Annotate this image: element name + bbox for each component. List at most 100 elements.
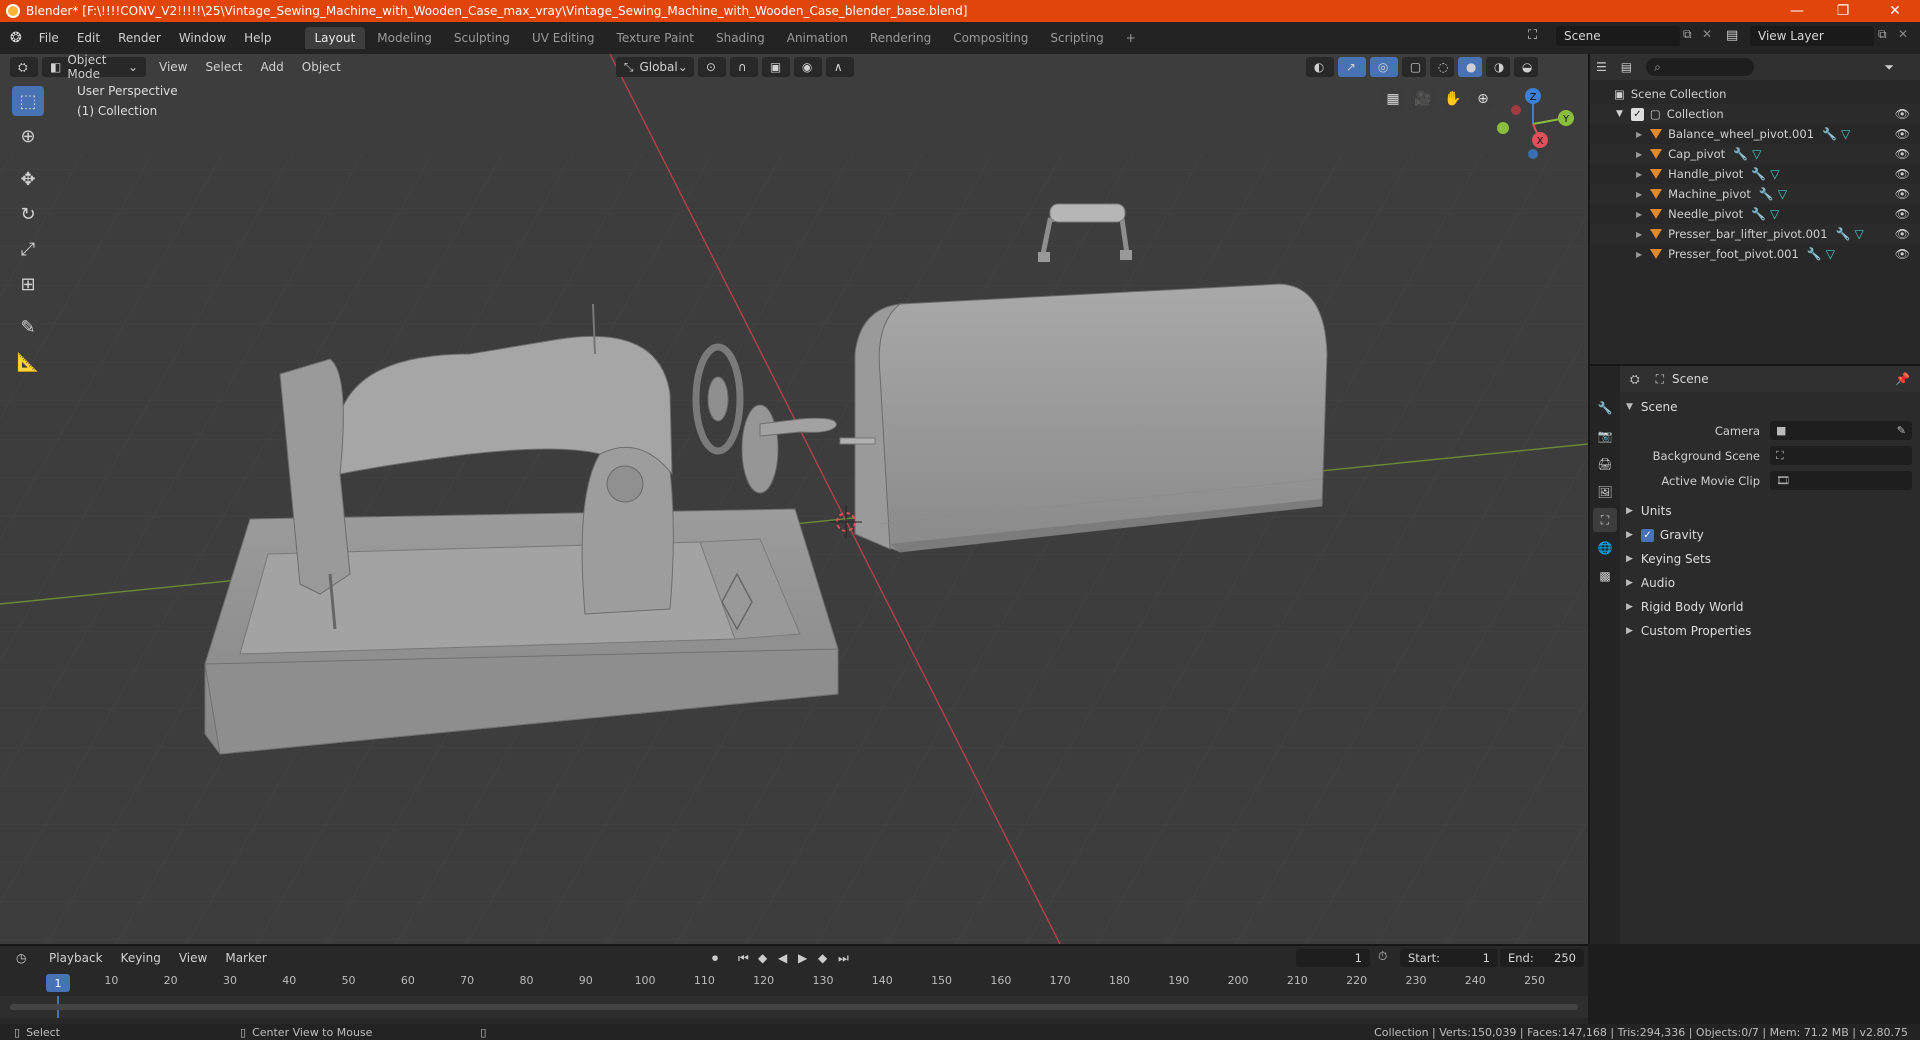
timeline-ruler[interactable]: 1 10 20 30 40 50 60 70 80 90 100 110 120 130 140 150 160… xyxy=(0,974,1588,994)
eyedropper-icon[interactable]: ✎ xyxy=(1897,424,1906,437)
select-box-tool-icon[interactable]: ⬚ xyxy=(12,86,44,116)
shading-wireframe-icon[interactable]: ◌ xyxy=(1429,57,1454,77)
eye-icon[interactable]: 👁 xyxy=(1895,147,1910,161)
tab-modeling[interactable]: Modeling xyxy=(367,27,442,49)
shading-solid-icon[interactable]: ● xyxy=(1457,57,1482,77)
background-scene-field[interactable]: ⛶ xyxy=(1770,446,1912,465)
rotate-tool-icon[interactable]: ↻ xyxy=(12,199,44,229)
properties-editor-icon[interactable]: ⛭ xyxy=(1630,372,1640,387)
timeline-editor-icon[interactable]: ◷ xyxy=(8,948,36,968)
render-tab-icon[interactable]: 📷 xyxy=(1593,424,1617,448)
editor-type-icon[interactable]: ⛭ xyxy=(10,57,38,77)
scene-panel-header[interactable]: ▼ Scene xyxy=(1626,396,1912,418)
overlay-toggle-icon[interactable]: ◎ xyxy=(1369,57,1398,77)
preview-range-icon[interactable]: ⏱ xyxy=(1378,949,1387,964)
play-reverse-icon[interactable]: ◀ xyxy=(778,951,787,965)
expand-icon[interactable]: ▶ xyxy=(1636,130,1642,139)
pivot-icon[interactable]: ⊙ xyxy=(697,57,726,77)
outliner-collection[interactable]: ▼ ✓ ▢ Collection 👁 xyxy=(1590,104,1920,124)
audio-panel[interactable]: ▶ Audio xyxy=(1626,571,1912,595)
outliner-search-input[interactable]: ⌕ xyxy=(1646,58,1755,76)
outliner-item[interactable]: ▶ Machine_pivot 🔧 ▽ 👁 xyxy=(1590,184,1920,204)
add-workspace-button[interactable]: + xyxy=(1116,27,1146,49)
outliner-item[interactable]: ▶ Needle_pivot 🔧 ▽ 👁 xyxy=(1590,204,1920,224)
menu-add[interactable]: Add xyxy=(252,60,293,74)
measure-tool-icon[interactable]: 📐 xyxy=(12,347,44,377)
jump-end-icon[interactable]: ⏭ xyxy=(838,951,849,966)
keying-sets-panel[interactable]: ▶ Keying Sets xyxy=(1626,547,1912,571)
menu-file[interactable]: File xyxy=(30,31,68,45)
menu-edit[interactable]: Edit xyxy=(68,31,109,45)
record-icon[interactable]: ⏺ xyxy=(712,951,718,966)
scene-selector[interactable]: Scene xyxy=(1556,26,1680,46)
expand-icon[interactable]: ▶ xyxy=(1636,230,1642,239)
tab-sculpting[interactable]: Sculpting xyxy=(444,27,520,49)
visibility-icon[interactable]: ◐ xyxy=(1305,57,1334,77)
display-mode-icon[interactable]: ▤ xyxy=(1621,60,1632,74)
outliner-item[interactable]: ▶ Balance_wheel_pivot.001 🔧 ▽ 👁 xyxy=(1590,124,1920,144)
menu-playback[interactable]: Playback xyxy=(40,951,112,965)
eye-icon[interactable]: 👁 xyxy=(1895,107,1910,121)
tab-scripting[interactable]: Scripting xyxy=(1040,27,1113,49)
new-scene-icon[interactable]: ⧉ xyxy=(1683,27,1692,42)
current-frame-marker[interactable]: 1 xyxy=(46,974,70,992)
output-tab-icon[interactable]: 🖨 xyxy=(1593,452,1617,476)
shading-material-icon[interactable]: ◑ xyxy=(1485,57,1510,77)
world-tab-icon[interactable]: 🌐 xyxy=(1593,536,1617,560)
proportional-edit-icon[interactable]: ◉ xyxy=(793,57,822,77)
scale-tool-icon[interactable]: ⤢ xyxy=(12,234,44,264)
toggle-camera-grid-icon[interactable]: ▦ xyxy=(1380,86,1406,112)
menu-timeline-view[interactable]: View xyxy=(170,951,216,965)
menu-render[interactable]: Render xyxy=(109,31,170,45)
shading-rendered-icon[interactable]: ◒ xyxy=(1513,57,1538,77)
camera-view-icon[interactable]: 🎥 xyxy=(1410,86,1436,112)
expand-icon[interactable]: ▶ xyxy=(1636,210,1642,219)
tool-tab-icon[interactable]: 🔧 xyxy=(1593,396,1617,420)
current-frame-field[interactable]: 1 xyxy=(1296,949,1370,967)
gravity-checkbox[interactable]: ✓ xyxy=(1640,528,1654,542)
annotate-tool-icon[interactable]: ✎ xyxy=(12,312,44,342)
outliner-item[interactable]: ▶ Presser_bar_lifter_pivot.001 🔧 ▽ 👁 xyxy=(1590,224,1920,244)
snap-target-icon[interactable]: ▣ xyxy=(761,57,790,77)
menu-object[interactable]: Object xyxy=(293,60,350,74)
outliner-item[interactable]: ▶ Cap_pivot 🔧 ▽ 👁 xyxy=(1590,144,1920,164)
jump-start-icon[interactable]: ⏮ xyxy=(738,951,749,966)
expand-icon[interactable]: ▶ xyxy=(1636,170,1642,179)
outliner-editor-icon[interactable]: ☰ xyxy=(1596,60,1607,74)
pin-icon[interactable]: 📌 xyxy=(1895,372,1910,386)
xray-icon[interactable]: ▢ xyxy=(1401,57,1426,77)
tab-compositing[interactable]: Compositing xyxy=(943,27,1038,49)
gravity-panel[interactable]: ▶ ✓ Gravity xyxy=(1626,523,1912,547)
prev-keyframe-icon[interactable]: ◆ xyxy=(758,951,767,965)
outliner-item[interactable]: ▶ Presser_foot_pivot.001 🔧 ▽ 👁 xyxy=(1590,244,1920,264)
timeline-track-area[interactable] xyxy=(0,996,1588,1018)
end-frame-field[interactable]: End: 250 xyxy=(1500,949,1584,967)
falloff-icon[interactable]: ∧ xyxy=(825,57,854,77)
scene-tab-icon[interactable]: ⛶ xyxy=(1593,508,1617,532)
maximize-button[interactable]: ❐ xyxy=(1820,0,1866,22)
outliner-item[interactable]: ▶ Handle_pivot 🔧 ▽ 👁 xyxy=(1590,164,1920,184)
menu-view[interactable]: View xyxy=(150,60,196,74)
minimize-button[interactable]: — xyxy=(1774,0,1820,22)
view-layer-tab-icon[interactable]: 🖼 xyxy=(1593,480,1617,504)
orientation-dropdown[interactable]: ⤡ Global ⌄ xyxy=(615,57,694,77)
zoom-view-icon[interactable]: ⊕ xyxy=(1470,86,1496,112)
tab-rendering[interactable]: Rendering xyxy=(860,27,941,49)
cursor-tool-icon[interactable]: ⊕ xyxy=(12,121,44,151)
new-view-layer-icon[interactable]: ⧉ xyxy=(1878,27,1887,42)
menu-window[interactable]: Window xyxy=(170,31,235,45)
start-frame-field[interactable]: Start: 1 xyxy=(1400,949,1498,967)
gizmo-toggle-icon[interactable]: ↗ xyxy=(1337,57,1366,77)
move-tool-icon[interactable]: ✥ xyxy=(12,164,44,194)
eye-icon[interactable]: 👁 xyxy=(1895,167,1910,181)
eye-icon[interactable]: 👁 xyxy=(1895,207,1910,221)
rigid-body-world-panel[interactable]: ▶ Rigid Body World xyxy=(1626,595,1912,619)
expand-icon[interactable]: ▶ xyxy=(1636,150,1642,159)
expand-icon[interactable]: ▼ xyxy=(1616,109,1623,119)
expand-icon[interactable]: ▶ xyxy=(1636,190,1642,199)
expand-icon[interactable]: ▶ xyxy=(1636,250,1642,259)
mode-dropdown[interactable]: ◧ Object Mode ⌄ xyxy=(42,53,146,81)
tab-shading[interactable]: Shading xyxy=(706,27,775,49)
snap-icon[interactable]: ∩ xyxy=(729,57,758,77)
view-layer-selector[interactable]: View Layer xyxy=(1750,26,1874,46)
